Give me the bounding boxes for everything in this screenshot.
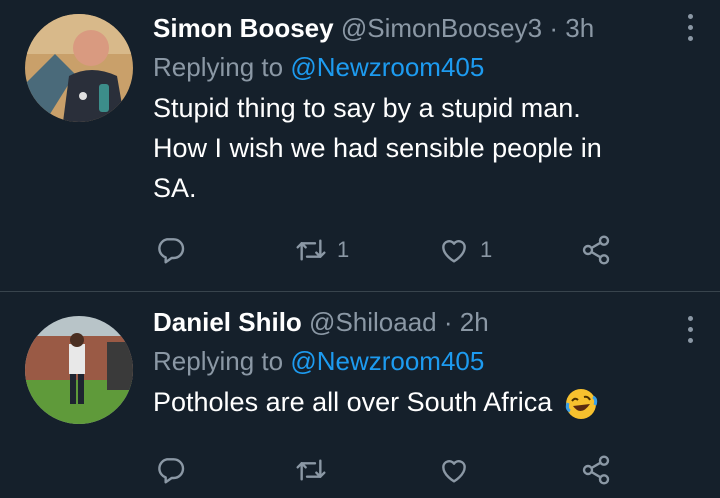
timestamp[interactable]: 3h <box>565 13 594 43</box>
reply-icon <box>158 238 185 264</box>
tweet-text: Potholes are all over South Africa <box>153 382 700 422</box>
user-handle[interactable]: @Shiloaad <box>309 307 437 337</box>
mention-link[interactable]: @Newzroom405 <box>290 346 484 376</box>
tweet-text-line: Potholes are all over South Africa <box>153 387 553 417</box>
like-count: 1 <box>480 237 493 262</box>
timestamp[interactable]: 2h <box>460 307 489 337</box>
replying-to: Replying to @Newzroom405 <box>153 342 700 380</box>
user-handle[interactable]: @SimonBoosey3 <box>341 13 542 43</box>
tweet-text: Stupid thing to say by a stupid man. How… <box>153 88 700 208</box>
like-icon <box>442 460 466 483</box>
like-icon <box>442 240 466 263</box>
laughing-emoji-icon <box>565 388 597 419</box>
avatar[interactable] <box>25 316 133 424</box>
share-icon <box>582 455 610 485</box>
share-button[interactable] <box>580 232 612 268</box>
reply-icon <box>158 458 185 484</box>
share-button[interactable] <box>580 452 612 488</box>
retweet-count: 1 <box>337 237 350 262</box>
mention-link[interactable]: @Newzroom405 <box>290 52 484 82</box>
tweet-header: Simon Boosey @SimonBoosey3 · 3h <box>153 10 700 46</box>
like-button[interactable]: 1 <box>438 232 492 268</box>
tweet-header: Daniel Shilo @Shiloaad · 2h <box>153 304 700 340</box>
tweet-text-line: Stupid thing to say by a stupid man. <box>153 93 581 123</box>
tweet-text-line: How I wish we had sensible people in <box>153 133 602 163</box>
retweet-button[interactable] <box>295 452 327 488</box>
display-name[interactable]: Simon Boosey <box>153 13 334 43</box>
retweet-icon <box>296 459 326 481</box>
retweet-button[interactable]: 1 <box>295 232 349 268</box>
more-icon[interactable] <box>686 316 694 343</box>
separator-dot: · <box>549 13 559 43</box>
display-name[interactable]: Daniel Shilo <box>153 307 302 337</box>
retweet-icon <box>296 239 326 261</box>
separator-dot: · <box>443 307 453 337</box>
share-icon <box>582 235 610 265</box>
replying-prefix: Replying to <box>153 52 284 82</box>
tweet-actions <box>155 452 625 488</box>
reply-button[interactable] <box>155 452 187 488</box>
replying-to: Replying to @Newzroom405 <box>153 48 700 86</box>
more-icon[interactable] <box>686 14 694 41</box>
avatar[interactable] <box>25 14 133 122</box>
tweet-text-line: SA. <box>153 173 197 203</box>
tweet-actions: 1 1 <box>155 232 625 268</box>
reply-button[interactable] <box>155 232 187 268</box>
replying-prefix: Replying to <box>153 346 284 376</box>
like-button[interactable] <box>438 452 470 488</box>
tweet[interactable]: Daniel Shilo @Shiloaad · 2h Replying to … <box>0 292 720 498</box>
tweet[interactable]: Simon Boosey @SimonBoosey3 · 3h Replying… <box>0 0 720 291</box>
